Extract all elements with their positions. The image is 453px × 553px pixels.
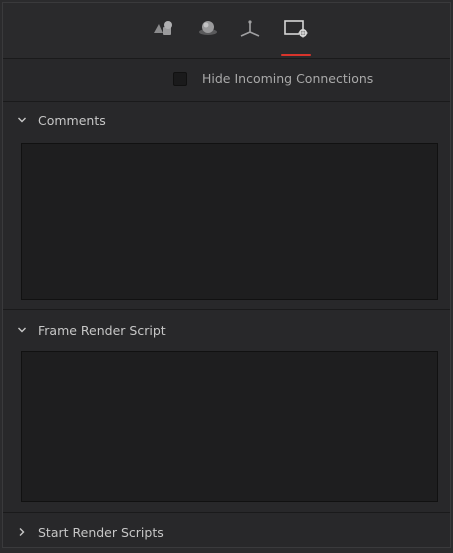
- tab-transform[interactable]: [233, 19, 267, 53]
- hide-incoming-checkbox[interactable]: [173, 72, 187, 86]
- start-render-scripts-title: Start Render Scripts: [38, 525, 164, 540]
- shapes-icon: [154, 21, 172, 35]
- chevron-right-icon: [19, 528, 25, 536]
- chevron-down-icon: [18, 327, 26, 333]
- comments-title: Comments: [38, 113, 106, 128]
- tab-tools[interactable]: [147, 19, 181, 53]
- comments-section-header[interactable]: Comments: [3, 101, 450, 141]
- inspector-panel: Hide Incoming Connections Comments Frame…: [2, 2, 451, 548]
- section-divider: [3, 309, 450, 310]
- frame-render-script-header[interactable]: Frame Render Script: [3, 311, 450, 351]
- tab-sphere[interactable]: [191, 19, 225, 53]
- frame-render-script-title: Frame Render Script: [38, 323, 166, 338]
- chevron-down-icon: [18, 117, 26, 123]
- settings-icon: [284, 20, 308, 38]
- hide-incoming-label: Hide Incoming Connections: [202, 71, 374, 86]
- active-tab-indicator: [281, 54, 311, 56]
- frame-render-script-field[interactable]: [21, 351, 438, 502]
- comments-field[interactable]: [21, 143, 438, 300]
- start-render-scripts-header[interactable]: Start Render Scripts: [3, 513, 450, 553]
- tab-bar: [3, 3, 450, 59]
- axis-icon: [240, 20, 260, 37]
- hide-incoming-row: Hide Incoming Connections: [3, 59, 450, 102]
- tab-settings[interactable]: [279, 19, 313, 56]
- sphere-icon: [199, 21, 217, 35]
